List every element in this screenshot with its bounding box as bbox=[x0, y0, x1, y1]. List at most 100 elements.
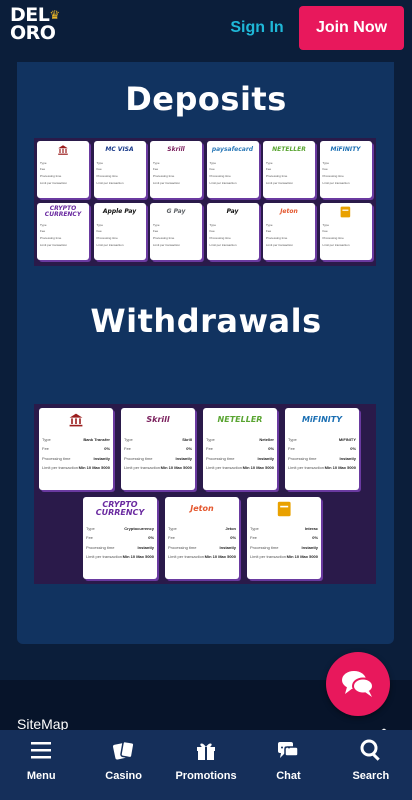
card-row-type: Type bbox=[320, 222, 372, 227]
row-label: Fee bbox=[86, 535, 93, 540]
card-row-time: Processing time Instantly bbox=[285, 455, 359, 462]
card-row-fee: Fee bbox=[150, 167, 202, 171]
card-row-fee: Fee bbox=[207, 229, 259, 234]
nav-search[interactable]: Search bbox=[330, 730, 412, 800]
row-label: Type bbox=[266, 160, 273, 165]
card-row-limit: Limit per transaction Min 10 Max 5000 bbox=[39, 465, 113, 471]
withdrawal-card[interactable]: CRYPTO CURRENCY Type Cryptocurrency Fee 0% Pr… bbox=[83, 497, 157, 579]
card-row-type: Type bbox=[94, 161, 146, 165]
row-label: Type bbox=[124, 436, 133, 442]
join-now-button[interactable]: Join Now bbox=[299, 6, 404, 50]
row-value: Instantly bbox=[301, 544, 318, 550]
nav-label: Promotions bbox=[175, 770, 237, 782]
withdrawal-card[interactable]: Type Bank Transfer Fee 0% Processing time Ins… bbox=[39, 408, 113, 490]
row-label: Limit per transaction bbox=[322, 181, 350, 186]
method-logo-box: Jeton bbox=[165, 497, 239, 522]
row-value: MiFINITY bbox=[338, 436, 356, 442]
card-row-time: Processing time Instantly bbox=[203, 455, 277, 462]
row-label: Processing time bbox=[322, 236, 344, 241]
card-row-fee: Fee 0% bbox=[83, 535, 157, 541]
nav-menu[interactable]: Menu bbox=[0, 730, 82, 800]
withdrawal-card[interactable]: NETELLER Type Neteller Fee 0% Processing time… bbox=[203, 408, 277, 490]
withdrawal-card[interactable]: Skrill Type Skrill Fee 0% Processing time Inst… bbox=[121, 408, 195, 490]
row-label: Processing time bbox=[206, 455, 235, 461]
row-value: Neteller bbox=[259, 436, 274, 442]
method-logo: MC VISA bbox=[105, 145, 134, 153]
deposit-card[interactable]: Type Fee Processing time Limit per transact… bbox=[37, 141, 89, 198]
nav-chat[interactable]: Chat bbox=[247, 730, 329, 800]
row-label: Fee bbox=[209, 229, 215, 234]
card-row-limit: Limit per transaction Min 10 Max 5000 bbox=[121, 465, 195, 471]
live-chat-button[interactable] bbox=[326, 652, 390, 716]
withdrawal-card[interactable]: MiFINITY Type MiFINITY Fee 0% Processing time… bbox=[285, 408, 359, 490]
row-label: Limit per transaction bbox=[250, 554, 287, 559]
method-logo-box: Apple Pay bbox=[94, 203, 146, 220]
sign-in-link[interactable]: Sign In bbox=[226, 14, 288, 42]
row-label: Processing time bbox=[40, 174, 62, 179]
method-logo: Pay bbox=[226, 207, 239, 215]
deposit-card[interactable]: MC VISA Type Fee Processing time Limit per t… bbox=[93, 141, 146, 198]
row-label: Type bbox=[322, 222, 330, 227]
card-row-limit: Limit per transaction bbox=[320, 181, 372, 186]
card-row-type: Type Jeton bbox=[165, 526, 239, 532]
withdrawal-card[interactable]: Type Interac Fee 0% Processing time Instantly… bbox=[247, 497, 321, 579]
deposit-card[interactable]: Skrill Type Fee Processing time Limit per tr… bbox=[150, 141, 202, 198]
row-label: Type bbox=[40, 160, 47, 165]
nav-promotions[interactable]: Promotions bbox=[165, 730, 247, 800]
row-label: Limit per transaction bbox=[96, 181, 124, 186]
row-value: Bank Transfer bbox=[83, 436, 110, 442]
row-label: Fee bbox=[40, 229, 46, 234]
card-row-fee: Fee bbox=[207, 167, 259, 171]
deposit-card[interactable]: G Pay Type Fee Processing time Limit per tra… bbox=[150, 203, 202, 260]
row-label: Type bbox=[153, 160, 160, 165]
deposit-card[interactable]: Apple Pay Type Fee Processing time Limit per… bbox=[93, 203, 146, 260]
deposit-card[interactable]: NETELLER Type Fee Processing time Limit per … bbox=[263, 141, 315, 198]
deposit-card[interactable]: paysafecard Type Fee Processing time Limit p… bbox=[206, 141, 259, 198]
card-row-limit: Limit per transaction bbox=[263, 243, 315, 247]
method-logo-box: CRYPTO CURRENCY bbox=[83, 497, 157, 522]
card-row-type: Type bbox=[320, 161, 372, 165]
method-logo-box: CRYPTO CURRENCY bbox=[37, 203, 89, 220]
card-row-time: Processing time Instantly bbox=[247, 544, 321, 551]
card-row-fee: Fee bbox=[94, 229, 146, 233]
nav-label: Casino bbox=[105, 770, 142, 782]
card-row-fee: Fee bbox=[263, 229, 315, 233]
row-label: Processing time bbox=[40, 236, 62, 241]
withdrawal-card[interactable]: Jeton Type Jeton Fee 0% Processing time Instan… bbox=[165, 497, 239, 579]
row-label: Limit per transaction bbox=[322, 243, 350, 248]
deposit-card[interactable]: Type Fee Processing time Limit per transact… bbox=[319, 203, 372, 260]
card-row-type: Type MiFINITY bbox=[285, 436, 359, 443]
deposit-card[interactable]: CRYPTO CURRENCY Type Fee Processing time Lim… bbox=[37, 203, 89, 260]
card-row-time: Processing time bbox=[207, 236, 259, 240]
deposit-card[interactable]: Pay Type Fee Processing time Limit per trans… bbox=[206, 203, 259, 260]
del-oro-logo[interactable]: DEL♛ ORO bbox=[10, 6, 60, 43]
row-label: Processing time bbox=[288, 455, 317, 461]
method-logo-box: MiFINITY bbox=[320, 141, 372, 158]
card-row-type: Type Skrill bbox=[121, 436, 195, 443]
card-row-fee: Fee bbox=[37, 229, 89, 234]
chat-icon bbox=[278, 742, 300, 758]
row-value: 0% bbox=[104, 446, 110, 451]
withdrawals-heading: Withdrawals bbox=[90, 302, 322, 340]
deposit-card[interactable]: MiFINITY Type Fee Processing time Limit per … bbox=[319, 141, 372, 198]
card-row-fee: Fee bbox=[320, 229, 372, 233]
row-label: Processing time bbox=[153, 236, 175, 241]
card-row-limit: Limit per transaction Min 10 Max 5000 bbox=[203, 465, 277, 471]
nav-casino[interactable]: Casino bbox=[82, 730, 164, 800]
bank-icon bbox=[58, 144, 68, 155]
row-value: Min 10 Max 5000 bbox=[242, 465, 274, 470]
row-label: Fee bbox=[322, 167, 328, 172]
row-label: Processing time bbox=[209, 174, 231, 179]
row-label: Type bbox=[250, 525, 259, 531]
deposits-heading: Deposits bbox=[125, 80, 287, 118]
card-row-time: Processing time bbox=[150, 174, 202, 178]
row-label: Limit per transaction bbox=[153, 243, 181, 248]
method-logo-box bbox=[39, 408, 113, 433]
card-row-fee: Fee bbox=[263, 167, 315, 171]
card-row-limit: Limit per transaction bbox=[207, 181, 259, 185]
row-value: 0% bbox=[186, 446, 192, 451]
card-row-time: Processing time bbox=[94, 174, 146, 178]
row-label: Processing time bbox=[250, 544, 279, 550]
deposit-card[interactable]: Jeton Type Fee Processing time Limit per tra… bbox=[263, 203, 315, 260]
card-row-limit: Limit per transaction bbox=[320, 243, 372, 248]
